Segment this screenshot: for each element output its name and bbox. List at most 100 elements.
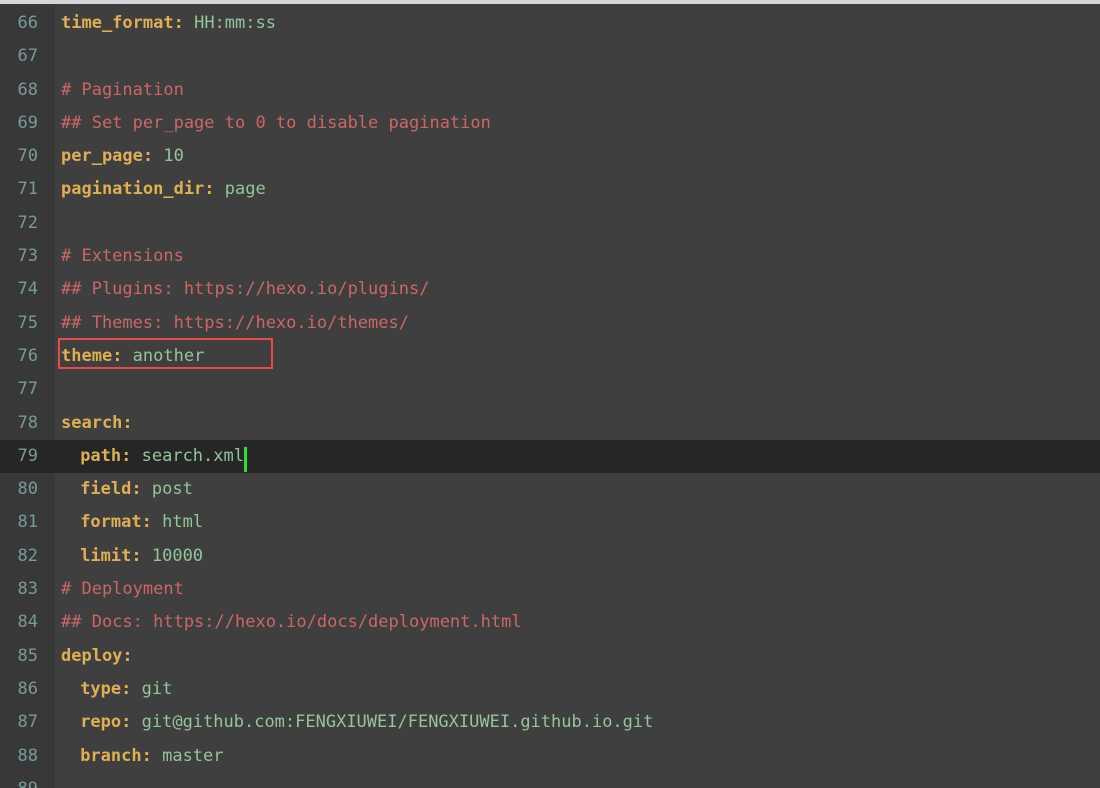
token-val: git@github.com:FENGXIUWEI/FENGXIUWEI.git… [131,712,654,733]
code-line[interactable]: 74 ## Plugins: https://hexo.io/plugins/ [0,273,1100,306]
line-text[interactable]: path: search.xml [80,440,247,473]
code-line[interactable]: 69 ## Set per_page to 0 to disable pagina… [0,107,1100,140]
token-com: # Pagination [61,79,184,100]
line-number[interactable]: 79 [0,440,38,473]
line-text[interactable]: field: post [80,473,193,506]
code-line[interactable]: 73 # Extensions [0,240,1100,273]
line-text[interactable]: limit: 10000 [80,540,203,573]
line-text[interactable]: # Pagination [61,74,184,107]
line-code-cell [55,673,1100,706]
line-number[interactable]: 87 [0,706,38,739]
line-number[interactable]: 89 [0,773,38,788]
line-text[interactable]: deploy: [61,640,133,673]
line-number[interactable]: 68 [0,74,38,107]
line-text[interactable]: search: [61,407,133,440]
token-key: search [61,412,123,433]
line-text[interactable]: branch: master [80,740,223,773]
token-val: post [141,479,193,500]
token-key: theme [61,345,113,366]
token-punct: : [121,445,132,466]
code-line[interactable]: 66 time_format: HH:mm:ss [0,7,1100,40]
code-line[interactable]: 81 format: html [0,506,1100,539]
token-com: ## Plugins: https://hexo.io/plugins/ [61,279,430,300]
line-text[interactable]: type: git [80,673,172,706]
line-number[interactable]: 88 [0,740,38,773]
line-number[interactable]: 71 [0,173,38,206]
code-line[interactable]: 82 limit: 10000 [0,540,1100,573]
token-key: field [80,479,132,500]
code-line[interactable]: 86 type: git [0,673,1100,706]
token-key: per_page [61,146,143,167]
code-line[interactable]: 88 branch: master [0,740,1100,773]
line-code-cell [55,407,1100,440]
token-com: # Deployment [61,579,184,600]
code-line[interactable]: 68 # Pagination [0,74,1100,107]
token-com: ## Set per_page to 0 to disable paginati… [61,112,491,133]
code-line[interactable]: 67 [0,40,1100,73]
code-line[interactable]: 78 search: [0,407,1100,440]
token-punct: : [122,645,133,666]
line-number[interactable]: 82 [0,540,38,573]
line-number[interactable]: 67 [0,40,38,73]
line-code-cell [55,74,1100,107]
line-code-cell [55,373,1100,406]
token-punct: : [142,146,154,167]
code-line[interactable]: 87 repo: git@github.com:FENGXIUWEI/FENGXI… [0,706,1100,739]
line-code-cell [55,773,1100,788]
line-number[interactable]: 69 [0,107,38,140]
token-punct: : [121,678,132,699]
line-code-cell [55,140,1100,173]
line-text[interactable]: ## Set per_page to 0 to disable paginati… [61,107,491,140]
line-number[interactable]: 80 [0,473,38,506]
line-number[interactable]: 83 [0,573,38,606]
line-text[interactable]: ## Docs: https://hexo.io/docs/deployment… [61,606,522,639]
code-line[interactable]: 70 per_page: 10 [0,140,1100,173]
line-code-cell [55,573,1100,606]
line-number[interactable]: 81 [0,506,38,539]
code-line[interactable]: 72 [0,207,1100,240]
line-text[interactable]: repo: git@github.com:FENGXIUWEI/FENGXIUW… [80,706,653,739]
line-number[interactable]: 78 [0,407,38,440]
token-com: ## Docs: https://hexo.io/docs/deployment… [61,612,522,633]
line-number[interactable]: 86 [0,673,38,706]
line-code-cell [55,640,1100,673]
code-line[interactable]: 79 path: search.xml [0,439,1100,474]
line-number[interactable]: 70 [0,140,38,173]
line-text[interactable]: # Extensions [61,240,184,273]
line-text[interactable]: theme: another [61,340,204,373]
line-text[interactable]: time_format: HH:mm:ss [61,7,276,40]
code-line[interactable]: 80 field: post [0,473,1100,506]
line-number[interactable]: 84 [0,606,38,639]
code-line[interactable]: 84 ## Docs: https://hexo.io/docs/deployme… [0,606,1100,639]
token-punct: : [141,745,152,766]
line-number[interactable]: 66 [0,7,38,40]
line-number[interactable]: 85 [0,640,38,673]
token-key: repo [80,712,122,733]
line-text[interactable]: per_page: 10 [61,140,184,173]
line-text[interactable]: format: html [80,506,203,539]
line-text[interactable]: pagination_dir: page [61,173,266,206]
code-line[interactable]: 71 pagination_dir: page [0,173,1100,206]
token-punct: : [173,13,184,33]
token-key: branch [80,745,142,766]
line-text[interactable]: ## Plugins: https://hexo.io/plugins/ [61,273,429,306]
line-number[interactable]: 77 [0,373,38,406]
line-text[interactable]: ## Themes: https://hexo.io/themes/ [61,307,409,340]
code-line[interactable]: 89 [0,773,1100,788]
line-text[interactable]: # Deployment [61,573,184,606]
code-line[interactable]: 77 [0,373,1100,406]
code-line[interactable]: 83 # Deployment [0,573,1100,606]
line-number[interactable]: 72 [0,207,38,240]
line-number[interactable]: 76 [0,340,38,373]
code-line[interactable]: 85 deploy: [0,640,1100,673]
line-number[interactable]: 74 [0,273,38,306]
code-editor[interactable]: 66 time_format: HH:mm:ss 67 68 # Pagination 6… [0,0,1100,788]
token-com: # Extensions [61,246,184,267]
line-number[interactable]: 73 [0,240,38,273]
token-key: path [80,445,122,466]
code-line[interactable]: 75 ## Themes: https://hexo.io/themes/ [0,307,1100,340]
line-number[interactable]: 75 [0,307,38,340]
line-code-cell [55,540,1100,573]
code-line[interactable]: 76 theme: another [0,340,1100,373]
token-punct: : [112,345,123,366]
